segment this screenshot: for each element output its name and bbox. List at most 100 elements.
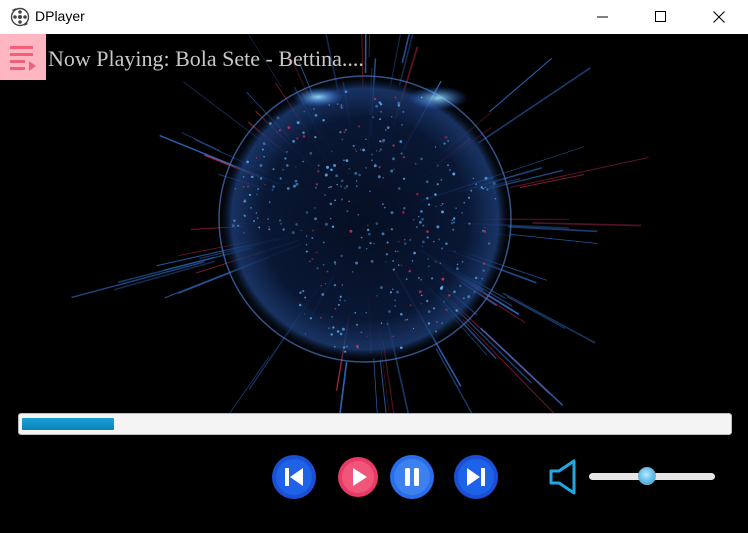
- continent-dot: [243, 214, 247, 218]
- continent-dot: [295, 182, 299, 186]
- continent-dot: [404, 319, 407, 321]
- continent-dot: [328, 186, 330, 189]
- continent-dot: [244, 198, 246, 201]
- minimize-button[interactable]: [574, 0, 632, 34]
- dplayer-window: DPlayer Now Playing: Bola Sete - Bettina…: [0, 0, 748, 533]
- continent-dot: [382, 138, 386, 142]
- close-button[interactable]: [690, 0, 748, 34]
- playlist-menu-icon: [10, 46, 36, 71]
- continent-dot: [365, 248, 368, 250]
- continent-dot: [392, 260, 395, 262]
- continent-dot: [392, 268, 395, 271]
- continent-dot: [376, 150, 378, 152]
- continent-dot: [394, 305, 396, 307]
- continent-dot: [282, 168, 284, 171]
- continent-dot: [255, 212, 258, 214]
- continent-dot: [412, 327, 415, 330]
- light-ray: [435, 347, 473, 414]
- continent-dot: [263, 155, 265, 158]
- play-button[interactable]: [337, 456, 379, 498]
- continent-dot: [467, 295, 471, 299]
- continent-dot: [380, 322, 383, 324]
- continent-dot: [379, 286, 383, 289]
- continent-dot: [390, 211, 394, 215]
- continent-dot: [248, 193, 252, 197]
- continent-dot: [378, 166, 381, 169]
- continent-dot: [305, 235, 308, 237]
- continent-dot: [336, 183, 338, 186]
- continent-dot: [408, 269, 411, 273]
- continent-dot: [375, 222, 379, 225]
- continent-dot: [416, 192, 419, 196]
- continent-dot: [443, 301, 445, 303]
- continent-dot: [355, 261, 359, 265]
- continent-dot: [487, 242, 491, 245]
- continent-dot: [292, 139, 296, 143]
- continent-dot: [344, 90, 348, 94]
- continent-dot: [401, 210, 405, 214]
- continent-dot: [335, 174, 339, 178]
- title-bar: DPlayer: [0, 0, 748, 34]
- continent-dot: [434, 260, 437, 263]
- continent-dot: [452, 172, 456, 176]
- continent-dot: [436, 183, 439, 186]
- continent-dot: [445, 308, 448, 311]
- continent-dot: [358, 246, 361, 249]
- continent-dot: [373, 97, 377, 101]
- continent-dot: [272, 168, 275, 171]
- continent-dot: [348, 168, 350, 170]
- continent-dot: [418, 215, 420, 218]
- continent-dot: [421, 217, 424, 221]
- continent-dot: [357, 213, 360, 216]
- continent-dot: [385, 261, 387, 263]
- continent-dot: [463, 201, 466, 204]
- continent-dot: [345, 185, 349, 188]
- continent-dot: [334, 199, 336, 202]
- continent-dot: [451, 222, 454, 225]
- continent-dot: [324, 283, 327, 285]
- continent-dot: [379, 118, 382, 121]
- continent-dot: [356, 185, 358, 187]
- continent-dot: [234, 188, 236, 190]
- light-ray: [489, 57, 553, 113]
- continent-dot: [397, 104, 401, 107]
- continent-dot: [386, 241, 389, 244]
- continent-dot: [480, 186, 483, 189]
- volume-slider-thumb[interactable]: [638, 467, 656, 485]
- progress-bar[interactable]: [18, 413, 732, 435]
- continent-dot: [279, 177, 282, 180]
- continent-dot: [369, 242, 372, 245]
- continent-dot: [415, 225, 419, 229]
- continent-dot: [330, 333, 333, 336]
- next-button[interactable]: [453, 454, 499, 500]
- continent-dot: [390, 169, 394, 173]
- maximize-button[interactable]: [632, 0, 690, 34]
- continent-dot: [329, 202, 333, 206]
- continent-dot: [329, 217, 332, 220]
- playlist-menu-button[interactable]: [0, 34, 46, 80]
- continent-dot: [303, 313, 306, 315]
- film-reel-icon: [10, 7, 30, 27]
- continent-dot: [445, 242, 448, 245]
- close-icon: [713, 11, 725, 23]
- continent-dot: [384, 129, 387, 131]
- continent-dot: [391, 157, 395, 161]
- continent-dot: [302, 160, 305, 163]
- continent-dot: [434, 146, 437, 148]
- continent-dot: [315, 183, 318, 186]
- pause-button[interactable]: [389, 454, 435, 500]
- continent-dot: [355, 344, 359, 348]
- continent-dot: [473, 290, 476, 293]
- continent-dot: [316, 251, 318, 254]
- light-ray: [181, 132, 220, 151]
- continent-dot: [349, 229, 353, 233]
- continent-dot: [293, 184, 296, 188]
- continent-dot: [341, 138, 344, 141]
- previous-button[interactable]: [271, 454, 317, 500]
- continent-dot: [336, 330, 340, 333]
- continent-dot: [392, 144, 395, 147]
- volume-button[interactable]: [548, 458, 582, 496]
- continent-dot: [287, 126, 291, 129]
- continent-dot: [427, 322, 431, 325]
- continent-dot: [291, 231, 295, 235]
